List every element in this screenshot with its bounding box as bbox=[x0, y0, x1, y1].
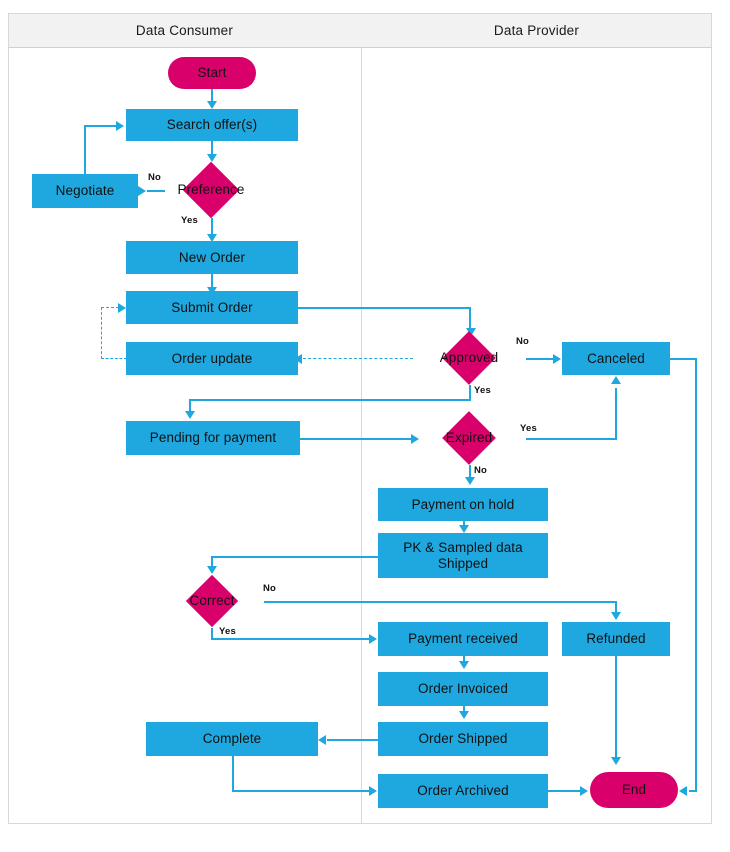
node-expired[interactable]: Expired bbox=[412, 411, 526, 465]
node-pending-for-payment-label: Pending for payment bbox=[149, 430, 277, 446]
node-refunded[interactable]: Refunded bbox=[562, 622, 670, 656]
node-payment-received-label: Payment received bbox=[408, 631, 518, 647]
node-payment-on-hold[interactable]: Payment on hold bbox=[378, 488, 548, 521]
edge-complete-h bbox=[232, 790, 371, 792]
edge-complete-v bbox=[232, 756, 234, 791]
node-start-label: Start bbox=[197, 65, 227, 81]
edge-start-to-search-arrow bbox=[207, 101, 217, 109]
edge-correct-no-h bbox=[264, 601, 616, 603]
node-pending-for-payment[interactable]: Pending for payment bbox=[126, 421, 300, 455]
edge-approved-yes-v bbox=[469, 385, 471, 400]
edge-shipped-to-complete-arrow bbox=[318, 735, 326, 745]
flowchart-canvas: Data Consumer Data Provider No Yes No Ye… bbox=[0, 0, 730, 852]
node-new-order-label: New Order bbox=[178, 249, 246, 265]
node-preference[interactable]: Preference bbox=[151, 161, 271, 219]
edge-shipped-to-complete bbox=[327, 739, 379, 741]
lane-title-data-consumer: Data Consumer bbox=[135, 23, 234, 38]
edge-negotiate-to-search bbox=[84, 125, 117, 127]
node-complete[interactable]: Complete bbox=[146, 722, 318, 756]
node-negotiate-label: Negotiate bbox=[55, 183, 115, 199]
edge-approved-no-arrow bbox=[553, 354, 561, 364]
node-expired-label: Expired bbox=[445, 430, 493, 446]
swimlane-frame bbox=[8, 13, 712, 824]
edge-pk-to-correct-arrow bbox=[207, 566, 217, 574]
edge-invoiced-to-shipped-arrow bbox=[459, 711, 469, 719]
edge-pending-to-expired bbox=[300, 438, 412, 440]
node-order-shipped[interactable]: Order Shipped bbox=[378, 722, 548, 756]
node-end[interactable]: End bbox=[590, 772, 678, 808]
edge-label-correct-no: No bbox=[263, 583, 277, 594]
edge-pk-to-correct-h bbox=[211, 556, 379, 558]
swimlane-divider bbox=[361, 48, 362, 824]
node-search-offers-label: Search offer(s) bbox=[166, 117, 258, 133]
edge-correct-yes-h bbox=[211, 638, 371, 640]
edge-order-update-to-submit-dashed-v bbox=[101, 307, 102, 359]
edge-canceled-v bbox=[695, 358, 697, 790]
edge-label-expired-no: No bbox=[474, 465, 488, 476]
node-correct[interactable]: Correct bbox=[160, 574, 264, 628]
lane-title-data-provider: Data Provider bbox=[493, 23, 580, 38]
edge-archived-to-end-arrow bbox=[580, 786, 588, 796]
node-approved[interactable]: Approved bbox=[412, 331, 526, 385]
node-complete-label: Complete bbox=[202, 731, 262, 747]
edge-approved-no-to-canceled bbox=[526, 358, 554, 360]
node-order-update-label: Order update bbox=[171, 350, 253, 366]
node-search-offers[interactable]: Search offer(s) bbox=[126, 109, 298, 141]
node-canceled[interactable]: Canceled bbox=[562, 342, 670, 375]
node-end-label: End bbox=[621, 782, 647, 798]
node-order-archived-label: Order Archived bbox=[417, 783, 509, 799]
node-order-invoiced[interactable]: Order Invoiced bbox=[378, 672, 548, 706]
edge-hold-to-pk-arrow bbox=[459, 525, 469, 533]
edge-negotiate-to-search-arrow bbox=[116, 121, 124, 131]
node-refunded-label: Refunded bbox=[586, 631, 646, 647]
edge-preference-no-arrow bbox=[138, 186, 146, 196]
node-payment-on-hold-label: Payment on hold bbox=[411, 496, 515, 512]
node-start[interactable]: Start bbox=[168, 57, 256, 89]
node-order-update[interactable]: Order update bbox=[126, 342, 298, 375]
edge-expired-yes-h bbox=[526, 438, 617, 440]
node-preference-label: Preference bbox=[177, 182, 245, 198]
edge-order-update-to-submit-dashed-h2 bbox=[101, 307, 119, 308]
edge-canceled-to-end-h bbox=[689, 790, 697, 792]
node-payment-received[interactable]: Payment received bbox=[378, 622, 548, 656]
edge-refunded-to-end-arrow bbox=[611, 757, 621, 765]
edge-expired-yes-v bbox=[615, 388, 617, 439]
edge-refunded-to-end-v bbox=[615, 656, 617, 760]
edge-negotiate-up bbox=[84, 125, 86, 175]
edge-expired-no-arrow bbox=[465, 477, 475, 485]
node-correct-label: Correct bbox=[189, 593, 235, 609]
node-pk-sampled-data-shipped-label: PK & Sampled data Shipped bbox=[403, 539, 523, 571]
node-order-archived[interactable]: Order Archived bbox=[378, 774, 548, 808]
edge-order-update-to-submit-dashed-h1 bbox=[101, 358, 127, 359]
edge-approved-to-order-update-dashed bbox=[303, 358, 413, 359]
node-submit-order[interactable]: Submit Order bbox=[126, 291, 298, 324]
edge-complete-to-archived-arrow bbox=[369, 786, 377, 796]
edge-correct-no-arrow bbox=[611, 612, 621, 620]
edge-label-approved-yes: Yes bbox=[474, 385, 491, 396]
edge-order-update-to-submit-arrow bbox=[118, 303, 126, 313]
edge-search-to-preference-arrow bbox=[207, 154, 217, 162]
node-submit-order-label: Submit Order bbox=[171, 299, 253, 315]
node-new-order[interactable]: New Order bbox=[126, 241, 298, 274]
node-negotiate[interactable]: Negotiate bbox=[32, 174, 138, 208]
node-approved-label: Approved bbox=[439, 350, 499, 366]
edge-canceled-to-end-arrow bbox=[679, 786, 687, 796]
edge-expired-yes-arrow bbox=[611, 376, 621, 384]
edge-canceled-h bbox=[670, 358, 697, 360]
edge-correct-yes-arrow bbox=[369, 634, 377, 644]
edge-approved-yes-arrow bbox=[185, 411, 195, 419]
node-order-invoiced-label: Order Invoiced bbox=[418, 681, 508, 697]
node-pk-sampled-data-shipped[interactable]: PK & Sampled data Shipped bbox=[378, 533, 548, 578]
edge-archived-to-end bbox=[548, 790, 581, 792]
edge-approved-yes-h bbox=[189, 399, 471, 401]
node-order-shipped-label: Order Shipped bbox=[418, 731, 508, 747]
edge-submit-to-approved-h bbox=[298, 307, 471, 309]
node-canceled-label: Canceled bbox=[587, 350, 645, 366]
edge-payment-to-invoiced-arrow bbox=[459, 661, 469, 669]
